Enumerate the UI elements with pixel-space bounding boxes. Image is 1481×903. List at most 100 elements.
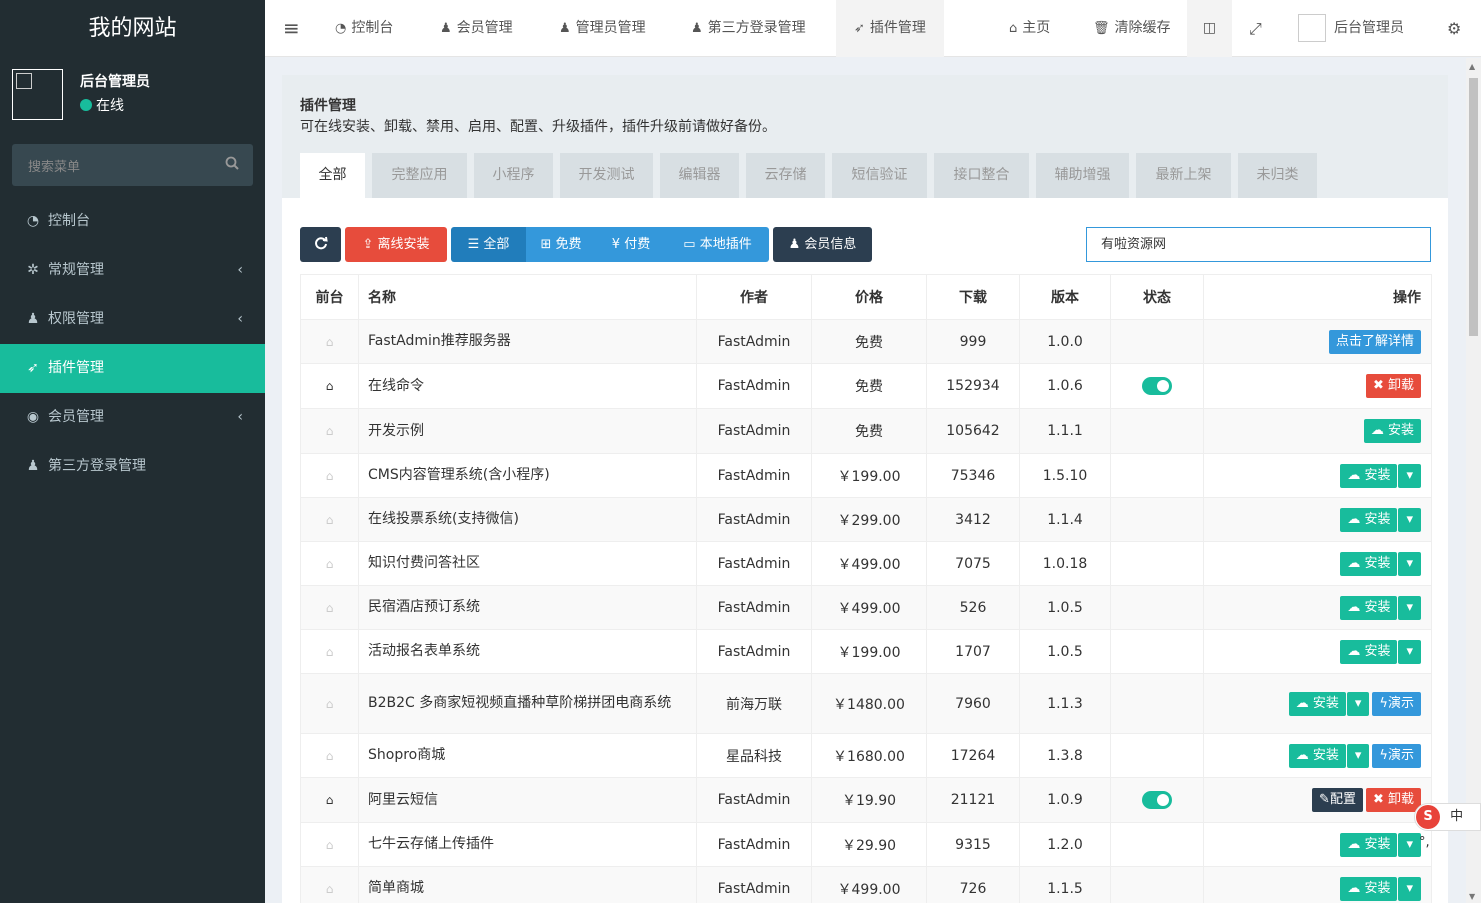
col-header-frontend[interactable]: 前台 [300, 274, 359, 320]
plugin-name[interactable]: Shopro商城 [358, 733, 697, 778]
plugin-price: ￥499.00 [811, 866, 927, 903]
col-header-version[interactable]: 版本 [1019, 274, 1111, 320]
caret-down-icon[interactable]: ▾ [1398, 595, 1421, 620]
menu-toggle-icon[interactable]: ≡ [283, 0, 300, 57]
refresh-button[interactable] [300, 227, 341, 262]
filter-all-button[interactable]: ☰ 全部 [451, 227, 526, 262]
plugin-name[interactable]: 开发示例 [358, 408, 697, 454]
sidebar-item-label: 插件管理 [48, 360, 104, 376]
search-icon[interactable] [225, 156, 239, 174]
plugin-name[interactable]: CMS内容管理系统(含小程序) [358, 453, 697, 498]
frontend-cell: ⌂ [300, 629, 359, 674]
status-toggle[interactable] [1142, 377, 1172, 395]
filter-paid-button[interactable]: ¥ 付费 [596, 227, 666, 262]
nav-tab-members[interactable]: ♟ 会员管理 [440, 0, 513, 57]
details-button[interactable]: 点击了解详情 [1328, 329, 1421, 354]
filter-local-button[interactable]: ▭ 本地插件 [666, 227, 769, 262]
nav-tab-dashboard[interactable]: ◔ 控制台 [335, 0, 393, 57]
category-tab[interactable]: 接口整合 [934, 153, 1029, 198]
install-button[interactable]: ☁ 安装 [1340, 876, 1398, 901]
sidebar-item-permissions[interactable]: ♟ 权限管理 ‹ [0, 295, 265, 344]
scroll-up-icon[interactable]: ▲ [1469, 62, 1475, 71]
clear-cache-button[interactable]: 🗑 清除缓存 [1093, 0, 1171, 57]
plugin-name[interactable]: 七牛云存储上传插件 [358, 822, 697, 867]
install-button[interactable]: ☁ 安装 [1288, 691, 1346, 716]
install-button[interactable]: ☁ 安装 [1363, 419, 1421, 443]
category-tab[interactable]: 最新上架 [1136, 153, 1231, 198]
category-tab[interactable]: 未归类 [1238, 153, 1317, 198]
caret-down-icon[interactable]: ▾ [1398, 551, 1421, 576]
col-header-name[interactable]: 名称 [358, 274, 697, 320]
menu-search-input[interactable]: 搜索菜单 [12, 144, 253, 186]
install-button[interactable]: ☁ 安装 [1340, 832, 1398, 857]
status-toggle[interactable] [1142, 791, 1172, 809]
install-button[interactable]: ☁ 安装 [1340, 551, 1398, 576]
scrollbar-thumb[interactable] [1469, 78, 1478, 336]
category-tab[interactable]: 小程序 [474, 153, 553, 198]
sidebar-item-members[interactable]: ◉ 会员管理 ‹ [0, 393, 265, 442]
category-tab[interactable]: 编辑器 [660, 153, 739, 198]
sidebar-item-general[interactable]: ✲ 常规管理 ‹ [0, 246, 265, 295]
page-scrollbar[interactable]: ▲ ▼ [1466, 58, 1481, 903]
plugin-name[interactable]: FastAdmin推荐服务器 [358, 319, 697, 364]
nav-tab-admins[interactable]: ♟ 管理员管理 [559, 0, 646, 57]
nav-tab-plugins[interactable]: ➶ 插件管理 [836, 0, 944, 57]
frontend-cell: ⌂ [300, 319, 359, 364]
category-tab[interactable]: 云存储 [746, 153, 825, 198]
uninstall-label: 卸载 [1387, 378, 1414, 393]
site-logo[interactable]: 我的网站 [0, 0, 265, 57]
caret-down-icon[interactable]: ▾ [1398, 507, 1421, 532]
uninstall-button[interactable]: ✖ 卸载 [1365, 788, 1421, 812]
uninstall-button[interactable]: ✖ 卸载 [1365, 374, 1421, 398]
sidebar-item-plugins[interactable]: ➶ 插件管理 [0, 344, 265, 393]
filter-free-button[interactable]: ⊞ 免费 [526, 227, 596, 262]
admin-user-menu[interactable]: 后台管理员 [1298, 0, 1404, 57]
fullscreen-icon[interactable]: ⤢ [1249, 0, 1262, 57]
col-header-actions[interactable]: 操作 [1203, 274, 1432, 320]
col-header-price[interactable]: 价格 [811, 274, 927, 320]
demo-button[interactable]: ϟ演示 [1372, 691, 1421, 716]
caret-down-icon[interactable]: ▾ [1346, 691, 1370, 716]
sidebar-item-third-party-login[interactable]: ♟ 第三方登录管理 [0, 442, 265, 491]
config-button[interactable]: ✎配置 [1312, 788, 1363, 812]
home-link[interactable]: ⌂ 主页 [1009, 0, 1050, 57]
plugin-name[interactable]: 阿里云短信 [358, 777, 697, 823]
col-header-author[interactable]: 作者 [696, 274, 812, 320]
language-icon[interactable]: ◫ [1187, 0, 1232, 57]
category-tab[interactable]: 短信验证 [832, 153, 927, 198]
install-button[interactable]: ☁ 安装 [1340, 507, 1398, 532]
member-info-button[interactable]: ♟ 会员信息 [773, 227, 872, 262]
plugin-name[interactable]: 民宿酒店预订系统 [358, 585, 697, 630]
install-button[interactable]: ☁ 安装 [1340, 463, 1398, 488]
plugin-name[interactable]: 简单商城 [358, 866, 697, 903]
plugin-name[interactable]: 活动报名表单系统 [358, 629, 697, 674]
offline-install-button[interactable]: ⇪ 离线安装 [345, 227, 447, 262]
settings-gear-icon[interactable]: ⚙ [1447, 0, 1461, 57]
category-tab[interactable]: 开发测试 [560, 153, 653, 198]
plugin-name[interactable]: 在线命令 [358, 363, 697, 409]
caret-down-icon[interactable]: ▾ [1398, 463, 1421, 488]
sidebar-item-dashboard[interactable]: ◔ 控制台 [0, 197, 265, 246]
plugin-search-input[interactable]: 有啦资源网 [1086, 227, 1431, 262]
users-icon: ♟ [691, 21, 703, 36]
col-header-status[interactable]: 状态 [1110, 274, 1204, 320]
caret-down-icon[interactable]: ▾ [1398, 639, 1421, 664]
caret-down-icon[interactable]: ▾ [1398, 876, 1421, 901]
install-button[interactable]: ☁ 安装 [1340, 639, 1398, 664]
category-tab[interactable]: 全部 [300, 153, 365, 198]
ime-indicator[interactable]: S 中 °, [1414, 803, 1481, 850]
scroll-down-icon[interactable]: ▼ [1469, 892, 1475, 901]
plugin-name[interactable]: 知识付费问答社区 [358, 541, 697, 586]
frontend-cell: ⌂ [300, 363, 359, 409]
actions-cell: ☁ 安装 ▾ [1203, 497, 1432, 542]
install-button[interactable]: ☁ 安装 [1340, 595, 1398, 620]
category-tab[interactable]: 辅助增强 [1036, 153, 1129, 198]
install-button[interactable]: ☁ 安装 [1288, 743, 1346, 768]
plugin-name[interactable]: B2B2C 多商家短视频直播种草阶梯拼团电商系统 [358, 673, 697, 734]
category-tab[interactable]: 完整应用 [372, 153, 467, 198]
caret-down-icon[interactable]: ▾ [1346, 743, 1370, 768]
plugin-name[interactable]: 在线投票系统(支持微信) [358, 497, 697, 542]
nav-tab-third-party-login[interactable]: ♟ 第三方登录管理 [691, 0, 806, 57]
col-header-downloads[interactable]: 下载 [926, 274, 1020, 320]
demo-button[interactable]: ϟ演示 [1372, 743, 1421, 768]
